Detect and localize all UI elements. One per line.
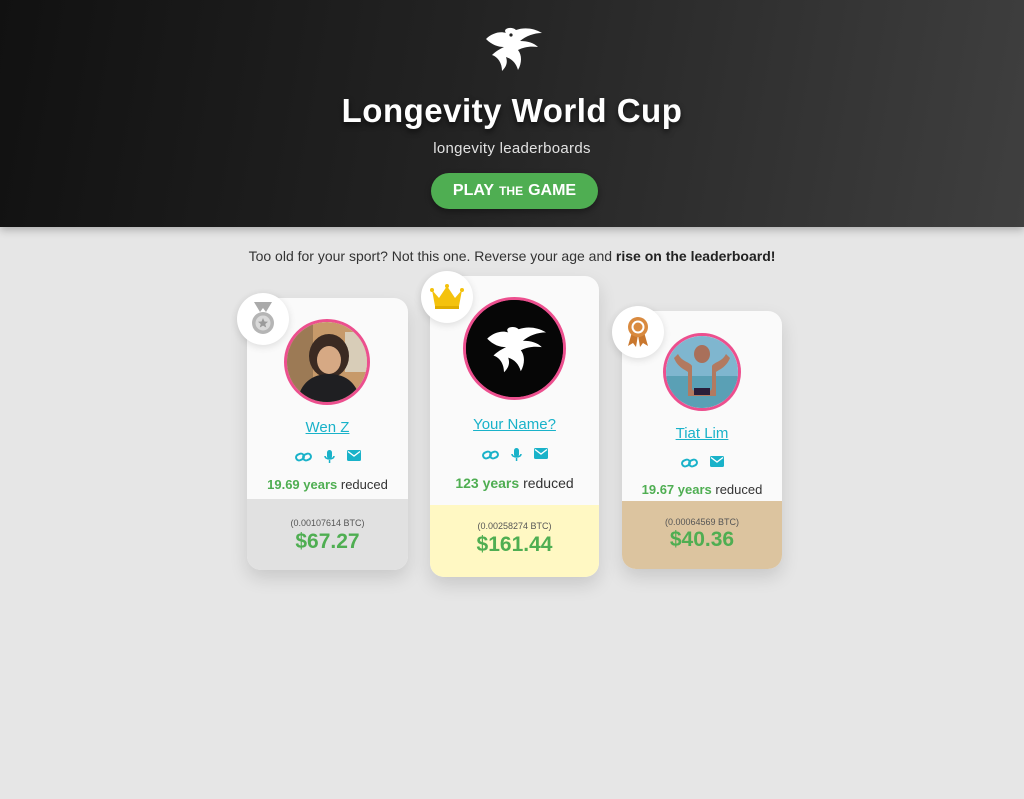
reduced-label: reduced — [715, 482, 763, 497]
reduced-label: reduced — [523, 475, 574, 491]
link-icon[interactable] — [294, 450, 312, 464]
btc-amount: (0.00258274 BTC) — [477, 521, 552, 531]
avatar[interactable] — [663, 333, 741, 411]
avatar[interactable] — [284, 319, 370, 405]
link-icon[interactable] — [680, 456, 698, 470]
game-word: GAME — [528, 182, 577, 199]
link-icon[interactable] — [481, 448, 499, 462]
play-word: PLAY — [452, 182, 495, 199]
social-links — [247, 450, 408, 464]
header: Longevity World Cup longevity leaderboar… — [0, 0, 1024, 227]
social-links — [430, 448, 599, 462]
tagline-text: Too old for your sport? Not this one. Re… — [248, 248, 616, 264]
bronze-award-badge — [612, 306, 664, 358]
participant-name[interactable]: Your Name? — [430, 416, 599, 433]
participant-name[interactable]: Wen Z — [247, 419, 408, 436]
email-icon[interactable] — [533, 448, 548, 462]
usd-amount: $40.36 — [669, 528, 735, 551]
years-value: 123 years — [455, 475, 520, 491]
microphone-icon[interactable] — [323, 450, 335, 464]
usd-amount: $67.27 — [295, 530, 360, 553]
prize-panel: (0.00107614 BTC) $67.27 — [247, 499, 408, 570]
years-reduced: 19.67 years reduced — [622, 482, 782, 497]
page-title: Longevity World Cup — [341, 92, 683, 129]
btc-amount: (0.00064569 BTC) — [664, 517, 740, 527]
prize-panel: (0.00258274 BTC) $161.44 — [430, 505, 599, 577]
email-icon[interactable] — [346, 450, 361, 464]
tagline-emphasis: rise on the leaderboard! — [615, 248, 776, 264]
years-value: 19.69 years — [267, 477, 338, 492]
crown-badge — [421, 271, 473, 323]
email-icon[interactable] — [709, 456, 724, 470]
years-value: 19.67 years — [641, 482, 712, 497]
silver-medal-icon — [252, 302, 274, 334]
phoenix-logo-icon — [486, 27, 542, 71]
years-reduced: 123 years reduced — [430, 475, 599, 491]
crown-icon — [430, 284, 464, 309]
bronze-award-icon — [628, 317, 648, 347]
btc-amount: (0.00107614 BTC) — [290, 518, 365, 528]
avatar[interactable] — [463, 297, 566, 400]
years-reduced: 19.69 years reduced — [247, 477, 408, 492]
usd-amount: $161.44 — [476, 533, 553, 556]
play-the-game-button[interactable]: PLAY THE GAME — [431, 173, 598, 209]
microphone-icon[interactable] — [510, 448, 522, 462]
participant-name[interactable]: Tiat Lim — [622, 425, 782, 442]
social-links — [622, 456, 782, 470]
the-word: THE — [499, 184, 524, 198]
prize-panel: (0.00064569 BTC) $40.36 — [622, 501, 782, 569]
tagline: Too old for your sport? Not this one. Re… — [0, 248, 1024, 264]
page-subtitle: longevity leaderboards — [433, 140, 591, 157]
reduced-label: reduced — [340, 477, 388, 492]
silver-medal-badge — [237, 293, 289, 345]
